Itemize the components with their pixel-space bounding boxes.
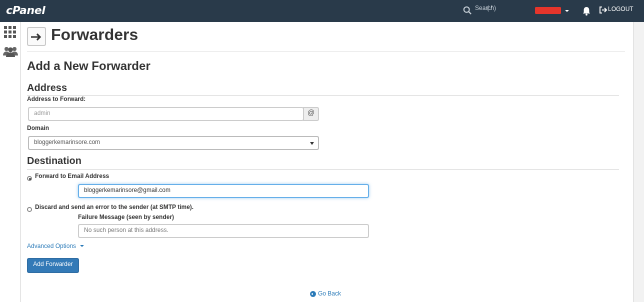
failure-message-input[interactable]: No such person at this address. bbox=[78, 224, 369, 238]
discard-with-error-label[interactable]: Discard and send an error to the sender … bbox=[35, 205, 194, 211]
section-heading-add-forwarder: Add a New Forwarder bbox=[27, 59, 151, 73]
divider bbox=[27, 169, 619, 170]
go-back-label: Go Back bbox=[318, 291, 342, 298]
discard-with-error-radio[interactable] bbox=[27, 207, 32, 212]
main-content: Forwarders Add a New Forwarder Address A… bbox=[21, 22, 633, 302]
scrollbar[interactable] bbox=[633, 22, 644, 302]
logout-label: LOGOUT bbox=[608, 7, 634, 13]
forward-to-email-input[interactable]: bloggerkemarinsore@gmail.com bbox=[78, 184, 369, 198]
section-heading-destination: Destination bbox=[27, 156, 82, 167]
go-back-link[interactable]: Go Back bbox=[310, 291, 341, 298]
failure-message-label: Failure Message (seen by sender) bbox=[78, 215, 175, 221]
forwarders-icon bbox=[27, 27, 46, 46]
divider bbox=[27, 95, 619, 96]
sidebar bbox=[0, 22, 21, 302]
user-name-redacted[interactable] bbox=[535, 7, 561, 14]
user-menu[interactable] bbox=[535, 7, 569, 15]
domain-select[interactable]: bloggerkemarinsore.com bbox=[28, 136, 319, 150]
domain-select-value: bloggerkemarinsore.com bbox=[34, 140, 101, 146]
users-icon[interactable] bbox=[3, 46, 18, 57]
address-to-forward-label: Address to Forward: bbox=[27, 97, 86, 103]
grid-icon[interactable] bbox=[4, 26, 16, 38]
cpanel-logo[interactable]: cPanel bbox=[6, 4, 45, 17]
chevron-down-icon bbox=[310, 142, 314, 145]
add-forwarder-button[interactable]: Add Forwarder bbox=[27, 258, 79, 273]
advanced-options-toggle[interactable]: Advanced Options bbox=[27, 244, 84, 250]
at-symbol-addon: @ bbox=[303, 107, 319, 121]
chevron-down-icon bbox=[565, 10, 569, 12]
advanced-options-label: Advanced Options bbox=[27, 244, 77, 250]
address-to-forward-input[interactable]: admin bbox=[28, 107, 304, 121]
page-title: Forwarders bbox=[51, 27, 139, 44]
back-arrow-icon bbox=[310, 291, 316, 297]
top-bar: cPanel Search ( / ) LOGOUT bbox=[0, 0, 644, 22]
section-heading-address: Address bbox=[27, 83, 68, 94]
bell-icon[interactable] bbox=[582, 6, 591, 16]
domain-label: Domain bbox=[27, 126, 50, 132]
search-icon[interactable] bbox=[463, 6, 472, 15]
divider bbox=[27, 51, 625, 52]
forward-to-email-label[interactable]: Forward to Email Address bbox=[35, 174, 109, 180]
search-shortcut-hint: ( / ) bbox=[487, 6, 496, 12]
forward-to-email-radio[interactable] bbox=[27, 176, 32, 181]
chevron-down-icon bbox=[79, 245, 84, 248]
logout-icon bbox=[599, 6, 607, 14]
